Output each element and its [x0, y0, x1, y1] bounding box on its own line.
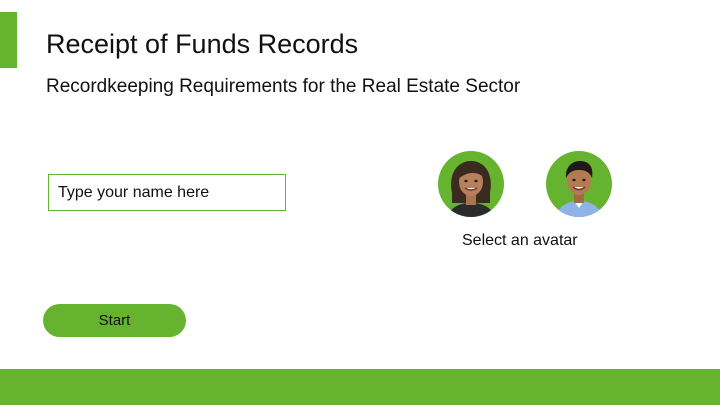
female-avatar-icon	[448, 161, 494, 217]
avatar-select-label: Select an avatar	[462, 232, 578, 249]
female-avatar-option[interactable]	[438, 151, 504, 217]
footer-bar	[0, 369, 720, 405]
page-title: Receipt of Funds Records	[46, 29, 359, 59]
name-input[interactable]	[48, 174, 286, 211]
male-avatar-icon	[556, 161, 602, 217]
page-subtitle: Recordkeeping Requirements for the Real …	[46, 76, 521, 97]
accent-bar	[0, 12, 17, 68]
start-button[interactable]: Start	[43, 304, 186, 337]
male-avatar-option[interactable]	[546, 151, 612, 217]
